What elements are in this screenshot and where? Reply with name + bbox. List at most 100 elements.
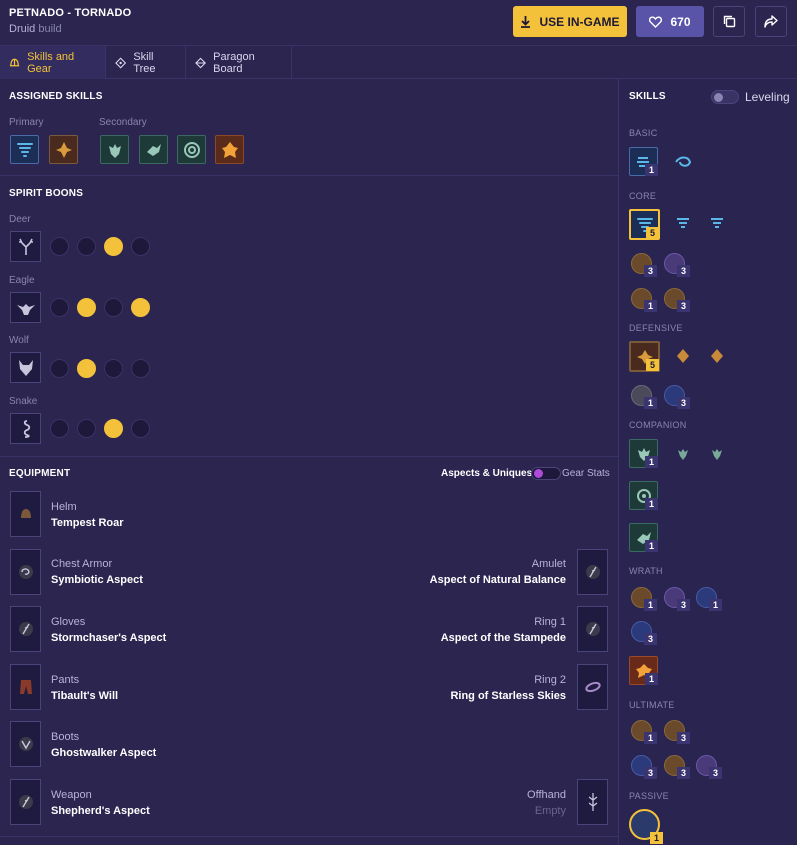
core-passive-node[interactable]: 3 bbox=[664, 288, 690, 312]
like-button[interactable]: 670 bbox=[636, 6, 704, 37]
use-in-game-button[interactable]: USE IN-GAME bbox=[513, 6, 627, 37]
ultimate-passive-node[interactable]: 1 bbox=[631, 720, 657, 744]
amulet-slot[interactable] bbox=[577, 549, 608, 595]
companion-upgrade-node[interactable] bbox=[706, 443, 728, 465]
leveling-toggle[interactable] bbox=[711, 90, 739, 104]
snake-boon-3[interactable] bbox=[104, 419, 123, 438]
wrath-passive-node[interactable]: 1 bbox=[631, 587, 657, 611]
chest-armor-slot[interactable] bbox=[10, 549, 41, 595]
main-panel: ASSIGNED SKILLS Primary Secondary SPIRIT… bbox=[0, 79, 618, 845]
passive-section-label: PASSIVE bbox=[629, 791, 669, 801]
ultimate-passive-node[interactable]: 3 bbox=[631, 755, 657, 779]
raven-icon bbox=[146, 143, 161, 156]
basic-upgrade-node[interactable] bbox=[672, 151, 694, 173]
wrath-skill-grizzly-rage[interactable]: 1 bbox=[629, 656, 658, 685]
assigned-skill-grizzly-rage[interactable] bbox=[215, 135, 244, 164]
tab-paragon-board[interactable]: Paragon Board bbox=[186, 46, 292, 79]
defensive-upgrade-node[interactable] bbox=[672, 345, 694, 367]
wolf-boon-1[interactable] bbox=[50, 359, 69, 378]
snake-boon-1[interactable] bbox=[50, 419, 69, 438]
boots-item-name: Ghostwalker Aspect bbox=[51, 747, 157, 759]
deer-boon-4[interactable] bbox=[131, 237, 150, 256]
assigned-skill-earth[interactable] bbox=[49, 135, 78, 164]
boon-group-label: Eagle bbox=[9, 275, 35, 286]
assigned-skill-tornado[interactable] bbox=[10, 135, 39, 164]
companion-upgrade-node[interactable] bbox=[672, 443, 694, 465]
use-in-game-label: USE IN-GAME bbox=[539, 14, 620, 29]
pants-item-name: Tibault's Will bbox=[51, 690, 119, 702]
gear-stats-label: Gear Stats bbox=[562, 468, 610, 479]
share-button[interactable] bbox=[755, 6, 787, 37]
helm-slot[interactable] bbox=[10, 491, 41, 537]
rank-badge: 1 bbox=[645, 164, 658, 176]
eagle-boon-3[interactable] bbox=[104, 298, 123, 317]
basic-skill-wind-shear[interactable]: 1 bbox=[629, 147, 658, 176]
tab-skill-tree[interactable]: Skill Tree bbox=[106, 46, 186, 79]
gloves-slot[interactable] bbox=[10, 606, 41, 652]
primary-label: Primary bbox=[9, 117, 44, 128]
companion-skill-ravens[interactable]: 1 bbox=[629, 523, 658, 552]
boots-slot[interactable] bbox=[10, 721, 41, 767]
weapon-slot[interactable] bbox=[10, 779, 41, 825]
core-passive-node[interactable]: 3 bbox=[664, 253, 690, 277]
defensive-upgrade-node[interactable] bbox=[706, 345, 728, 367]
eagle-boon-icon bbox=[10, 292, 41, 323]
deer-boon-3[interactable] bbox=[104, 237, 123, 256]
snake-boon-icon bbox=[10, 413, 41, 444]
wolf-boon-icon bbox=[10, 352, 41, 383]
core-skill-tornado[interactable]: 5 bbox=[629, 209, 660, 240]
build-word: build bbox=[38, 23, 62, 35]
wolf-boon-4[interactable] bbox=[131, 359, 150, 378]
pants-slot[interactable] bbox=[10, 664, 41, 710]
eagle-boon-4[interactable] bbox=[131, 298, 150, 317]
wolf-icon bbox=[18, 359, 33, 376]
defensive-skill-earthen-bulwark[interactable]: 5 bbox=[629, 341, 660, 372]
skills-sidebar: SKILLS Leveling BASIC 1 CORE 5 3 3 1 3 D… bbox=[618, 79, 797, 845]
ring2-item-name: Ring of Starless Skies bbox=[450, 690, 566, 702]
tornado-mini-icon bbox=[711, 218, 723, 228]
build-subtitle: Druid build bbox=[9, 23, 62, 35]
ultimate-passive-node[interactable]: 3 bbox=[664, 755, 690, 779]
wolf-boon-3[interactable] bbox=[104, 359, 123, 378]
ring1-slot-label: Ring 1 bbox=[534, 616, 566, 628]
deer-boon-2[interactable] bbox=[77, 237, 96, 256]
core-upgrade-node[interactable] bbox=[672, 213, 694, 235]
defensive-passive-node[interactable]: 3 bbox=[664, 385, 690, 409]
snake-boon-2[interactable] bbox=[77, 419, 96, 438]
eagle-boon-1[interactable] bbox=[50, 298, 69, 317]
gloves-item-name: Stormchaser's Aspect bbox=[51, 632, 167, 644]
snake-icon bbox=[23, 419, 30, 438]
core-passive-node[interactable]: 1 bbox=[631, 288, 657, 312]
assigned-skill-wolves[interactable] bbox=[100, 135, 129, 164]
assigned-skill-vine[interactable] bbox=[177, 135, 206, 164]
copy-button[interactable] bbox=[713, 6, 745, 37]
assigned-skill-ravens[interactable] bbox=[139, 135, 168, 164]
wolf-boon-2[interactable] bbox=[77, 359, 96, 378]
key-passive-node[interactable]: 1 bbox=[629, 809, 663, 844]
core-passive-node[interactable]: 3 bbox=[631, 253, 657, 277]
deer-boon-1[interactable] bbox=[50, 237, 69, 256]
rank-badge: 1 bbox=[644, 732, 657, 744]
ultimate-passive-node[interactable]: 3 bbox=[696, 755, 722, 779]
wrath-passive-node[interactable]: 3 bbox=[631, 621, 657, 645]
wrath-passive-node[interactable]: 1 bbox=[696, 587, 722, 611]
wrath-passive-node[interactable]: 3 bbox=[664, 587, 690, 611]
companion-skill-wolves[interactable]: 1 bbox=[629, 439, 658, 468]
snake-boon-4[interactable] bbox=[131, 419, 150, 438]
ring2-slot[interactable] bbox=[577, 664, 608, 710]
helm-icon bbox=[20, 509, 31, 518]
eagle-boon-2[interactable] bbox=[77, 298, 96, 317]
wolf-icon bbox=[108, 143, 121, 158]
tab-label: Skills and Gear bbox=[27, 50, 75, 75]
rank-badge: 3 bbox=[677, 767, 690, 779]
companion-skill-vine-creeper[interactable]: 1 bbox=[629, 481, 658, 510]
ultimate-passive-node[interactable]: 3 bbox=[664, 720, 690, 744]
tab-skills-and-gear[interactable]: Skills and Gear bbox=[0, 46, 106, 79]
core-upgrade-node[interactable] bbox=[706, 213, 728, 235]
offhand-slot[interactable] bbox=[577, 779, 608, 825]
gear-view-toggle[interactable] bbox=[531, 467, 561, 480]
defensive-passive-node[interactable]: 1 bbox=[631, 385, 657, 409]
ring1-slot[interactable] bbox=[577, 606, 608, 652]
spirit-boons-title: SPIRIT BOONS bbox=[9, 188, 84, 199]
download-icon bbox=[521, 15, 531, 28]
